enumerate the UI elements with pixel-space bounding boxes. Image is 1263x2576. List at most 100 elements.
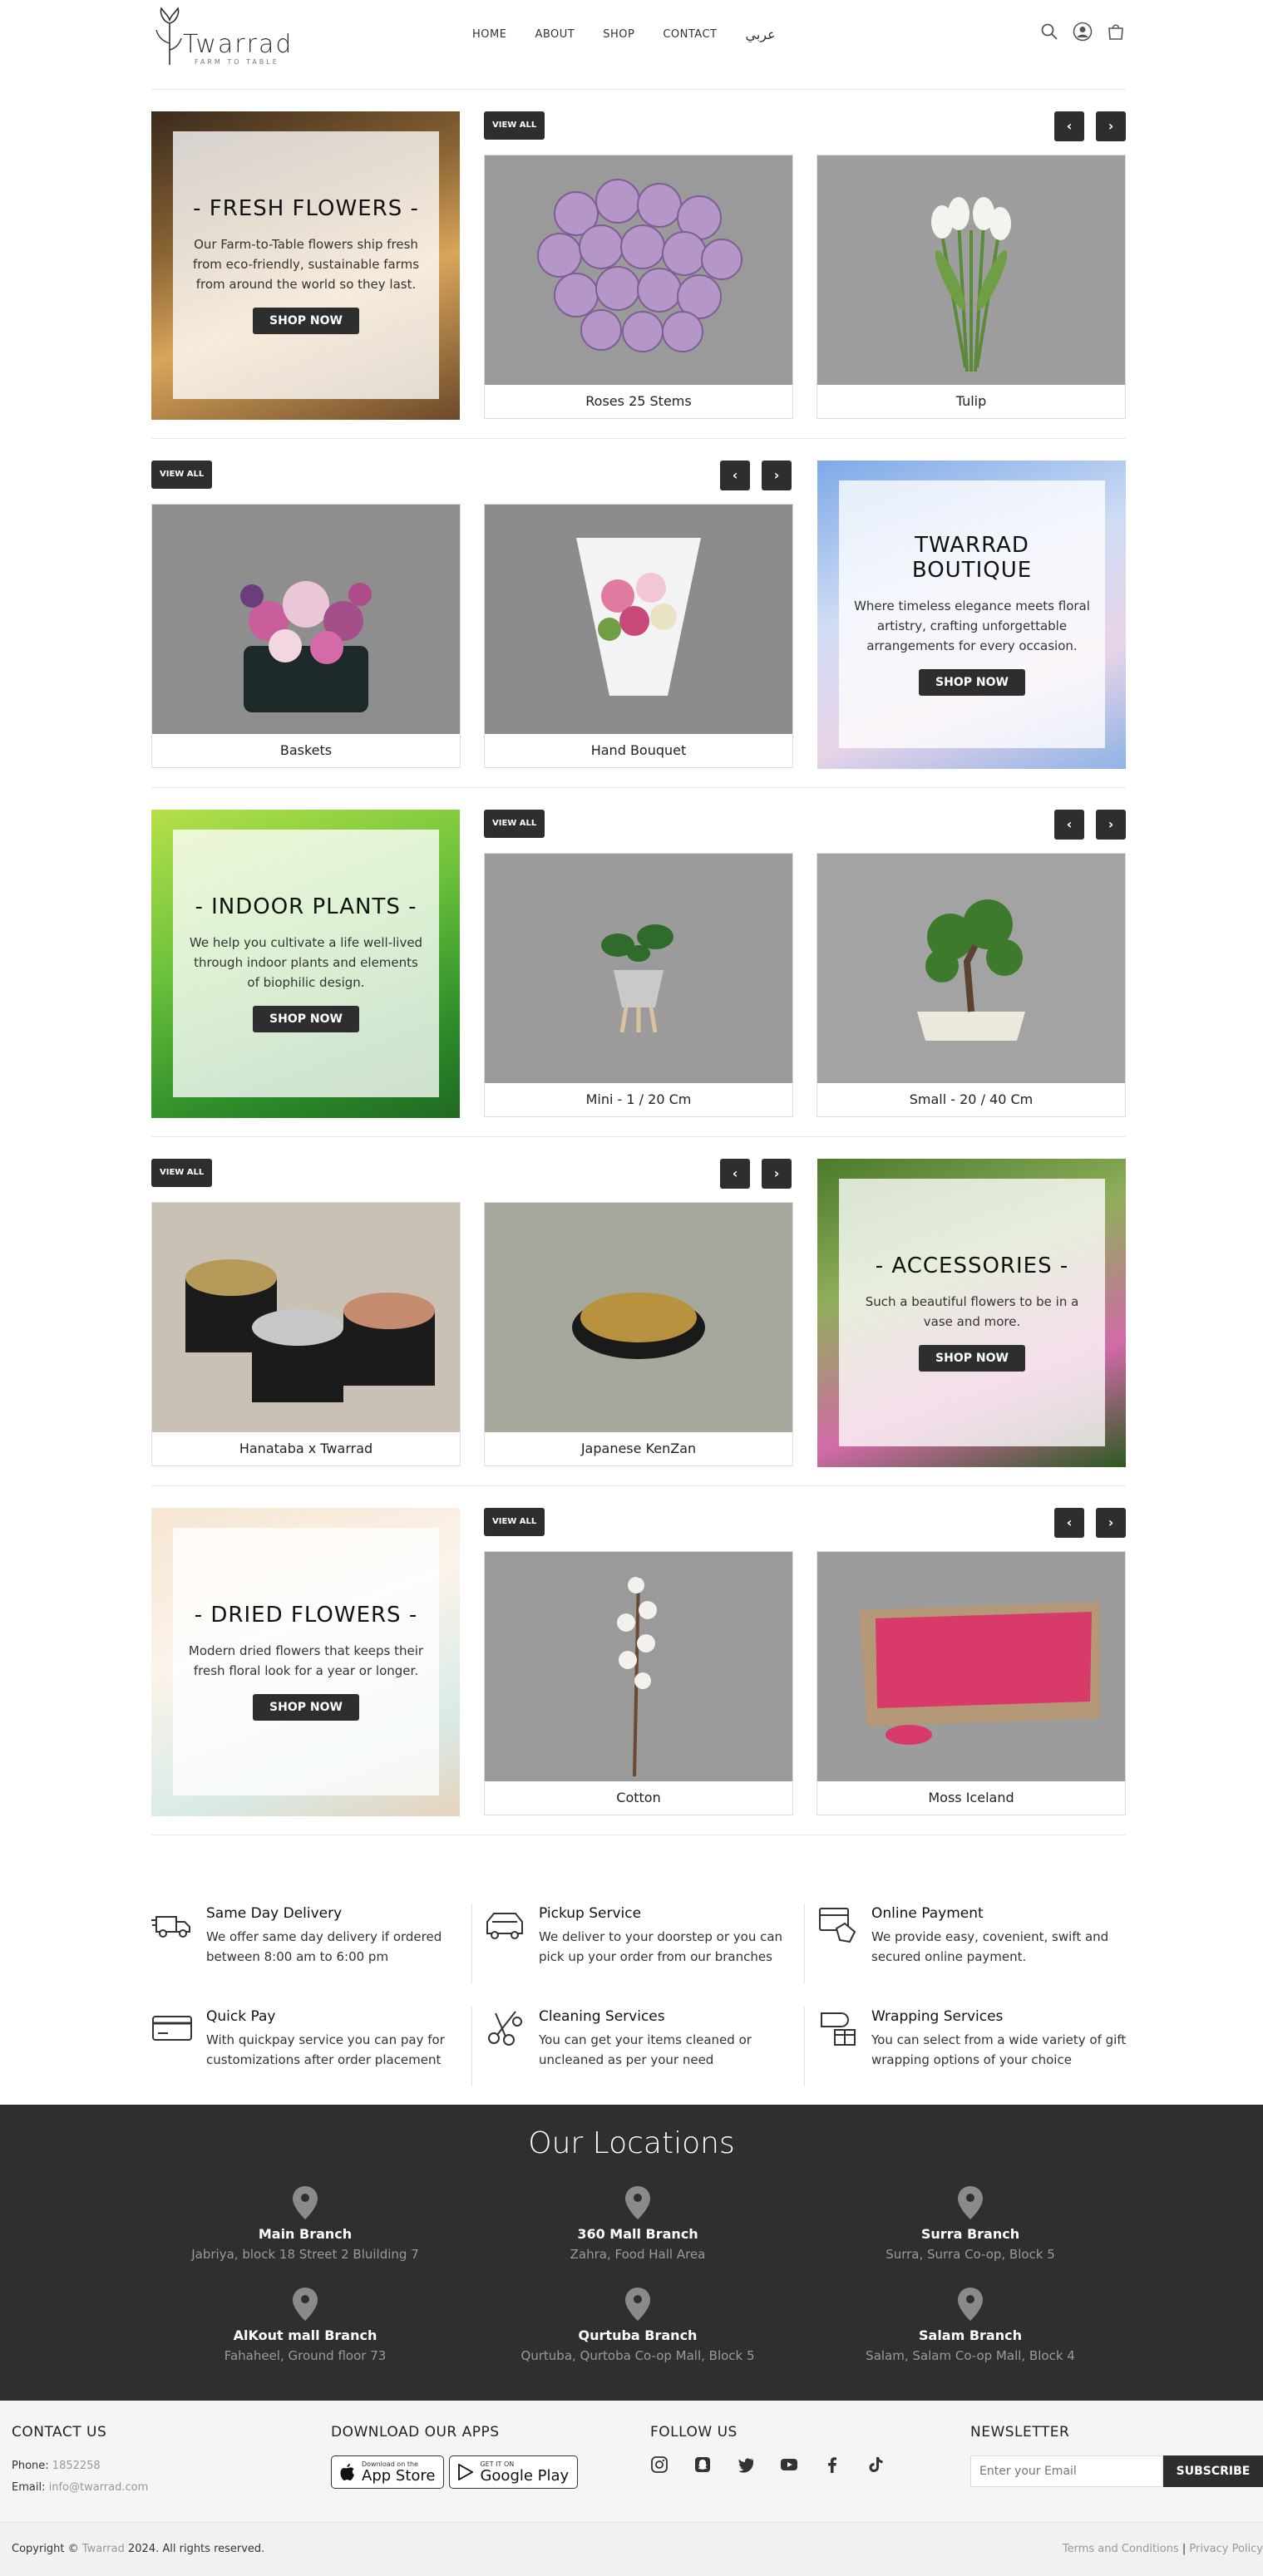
app-store-button[interactable]: Download on the App Store — [331, 2455, 445, 2489]
product-image[interactable] — [485, 505, 792, 734]
logo[interactable]: Twarrad FARM TO TABLE — [151, 7, 301, 70]
carousel-next-button[interactable]: › — [762, 1159, 792, 1189]
shop-now-button[interactable]: SHOP NOW — [919, 669, 1025, 696]
nav-contact[interactable]: CONTACT — [663, 28, 717, 41]
product-image[interactable] — [152, 505, 460, 734]
carousel-prev-button[interactable]: ‹ — [1054, 1508, 1084, 1538]
header-icons — [1039, 22, 1126, 42]
terms-link[interactable]: Terms and Conditions — [1063, 2543, 1179, 2555]
facebook-icon[interactable] — [823, 2455, 843, 2475]
copyright-brand-link[interactable]: Twarrad — [82, 2543, 125, 2555]
promo-banner[interactable]: TWARRAD BOUTIQUE Where timeless elegance… — [817, 461, 1126, 769]
location-item[interactable]: AlKout mall Branch Fahaheel, Ground floo… — [139, 2286, 471, 2363]
nav-about[interactable]: ABOUT — [535, 28, 575, 41]
shop-now-button[interactable]: SHOP NOW — [253, 1694, 359, 1721]
phone-link[interactable]: 1852258 — [52, 2460, 101, 2472]
product-card[interactable]: Tulip — [817, 155, 1126, 419]
snapchat-icon[interactable] — [693, 2455, 713, 2475]
promo-banner[interactable]: - ACCESSORIES - Such a beautiful flowers… — [817, 1159, 1126, 1467]
service-description: We provide easy, covenient, swift and se… — [871, 1929, 1109, 1964]
product-card[interactable]: Roses 25 Stems — [484, 155, 793, 419]
product-card[interactable]: Baskets — [151, 504, 461, 768]
newsletter-email-input[interactable] — [970, 2455, 1163, 2487]
subscribe-button[interactable]: SUBSCRIBE — [1163, 2455, 1263, 2487]
mini-plant-image-icon — [601, 924, 673, 1033]
product-card[interactable]: Small - 20 / 40 Cm — [817, 853, 1126, 1117]
email-link[interactable]: info@twarrad.com — [49, 2481, 149, 2494]
carousel-prev-button[interactable]: ‹ — [1054, 111, 1084, 141]
view-all-button[interactable]: VIEW ALL — [484, 1508, 545, 1536]
product-card[interactable]: Hanataba x Twarrad — [151, 1202, 461, 1466]
product-name[interactable]: Small - 20 / 40 Cm — [817, 1083, 1125, 1116]
shop-now-button[interactable]: SHOP NOW — [253, 308, 359, 334]
privacy-link[interactable]: Privacy Policy — [1189, 2543, 1263, 2555]
service-title: Cleaning Services — [539, 2008, 665, 2025]
product-name[interactable]: Hanataba x Twarrad — [152, 1432, 460, 1465]
carousel-next-button[interactable]: › — [1096, 111, 1126, 141]
phone-label: Phone: — [12, 2460, 49, 2472]
twitter-icon[interactable] — [737, 2455, 757, 2475]
carousel-prev-button[interactable]: ‹ — [1054, 810, 1084, 840]
search-icon[interactable] — [1039, 22, 1059, 42]
nav-home[interactable]: HOME — [472, 28, 506, 41]
promo-card: - ACCESSORIES - Such a beautiful flowers… — [839, 1179, 1105, 1446]
product-name[interactable]: Baskets — [152, 734, 460, 767]
view-all-button[interactable]: VIEW ALL — [151, 1159, 213, 1187]
location-item[interactable]: Main Branch Jabriya, block 18 Street 2 B… — [139, 2184, 471, 2262]
nav-shop[interactable]: SHOP — [603, 28, 634, 41]
shop-now-button[interactable]: SHOP NOW — [253, 1006, 359, 1032]
shop-now-button[interactable]: SHOP NOW — [919, 1345, 1025, 1372]
cart-icon[interactable] — [1106, 22, 1126, 42]
view-all-button[interactable]: VIEW ALL — [151, 461, 213, 489]
service-title: Wrapping Services — [871, 2008, 1004, 2025]
map-pin-icon — [293, 2288, 318, 2321]
youtube-icon[interactable] — [780, 2455, 800, 2475]
location-name: AlKout mall Branch — [233, 2327, 377, 2343]
product-name[interactable]: Japanese KenZan — [485, 1432, 792, 1465]
product-card[interactable]: Mini - 1 / 20 Cm — [484, 853, 793, 1117]
location-item[interactable]: 360 Mall Branch Zahra, Food Hall Area — [471, 2184, 804, 2262]
tiktok-icon[interactable] — [866, 2455, 886, 2475]
product-name[interactable]: Cotton — [485, 1781, 792, 1815]
product-name[interactable]: Roses 25 Stems — [485, 385, 792, 418]
product-name[interactable]: Hand Bouquet — [485, 734, 792, 767]
services-grid: Same Day Delivery We offer same day deli… — [151, 1895, 1126, 2111]
promo-banner[interactable]: - DRIED FLOWERS - Modern dried flowers t… — [151, 1508, 460, 1816]
carousel-next-button[interactable]: › — [1096, 810, 1126, 840]
location-name: Main Branch — [258, 2226, 353, 2242]
product-image[interactable] — [485, 155, 792, 385]
product-card[interactable]: Moss Iceland — [817, 1551, 1126, 1815]
carousel-prev-button[interactable]: ‹ — [720, 1159, 750, 1189]
view-all-button[interactable]: VIEW ALL — [484, 111, 545, 140]
product-image[interactable] — [817, 854, 1125, 1083]
carousel-next-button[interactable]: › — [1096, 1508, 1126, 1538]
location-item[interactable]: Surra Branch Surra, Surra Co-op, Block 5 — [804, 2184, 1137, 2262]
account-icon[interactable] — [1073, 22, 1093, 42]
carousel-prev-button[interactable]: ‹ — [720, 461, 750, 490]
carousel-next-button[interactable]: › — [762, 461, 792, 490]
copyright-suffix: 2024. All rights reserved. — [128, 2543, 265, 2555]
instagram-icon[interactable] — [650, 2455, 670, 2475]
product-image[interactable] — [485, 854, 792, 1083]
product-card[interactable]: Japanese KenZan — [484, 1202, 793, 1466]
promo-banner[interactable]: - INDOOR PLANTS - We help you cultivate … — [151, 810, 460, 1118]
product-image[interactable] — [485, 1552, 792, 1781]
promo-banner[interactable]: - FRESH FLOWERS - Our Farm-to-Table flow… — [151, 111, 460, 420]
view-all-button[interactable]: VIEW ALL — [484, 810, 545, 838]
product-name[interactable]: Moss Iceland — [817, 1781, 1125, 1815]
product-name[interactable]: Mini - 1 / 20 Cm — [485, 1083, 792, 1116]
product-image[interactable] — [485, 1203, 792, 1432]
google-play-button[interactable]: GET IT ON Google Play — [449, 2455, 579, 2489]
location-item[interactable]: Salam Branch Salam, Salam Co-op Mall, Bl… — [804, 2286, 1137, 2363]
location-item[interactable]: Qurtuba Branch Qurtuba, Qurtoba Co-op Ma… — [471, 2286, 804, 2363]
product-image[interactable] — [817, 1552, 1125, 1781]
service-description: We offer same day delivery if ordered be… — [206, 1929, 442, 1964]
footer-newsletter: NEWSLETTER SUBSCRIBE — [970, 2424, 1263, 2487]
product-card[interactable]: Cotton — [484, 1551, 793, 1815]
product-image[interactable] — [817, 155, 1125, 385]
nav-language-arabic[interactable]: عربي — [746, 27, 776, 42]
location-address: Jabriya, block 18 Street 2 Bluilding 7 — [191, 2247, 419, 2262]
product-card[interactable]: Hand Bouquet — [484, 504, 793, 768]
product-name[interactable]: Tulip — [817, 385, 1125, 418]
product-image[interactable] — [152, 1203, 460, 1432]
